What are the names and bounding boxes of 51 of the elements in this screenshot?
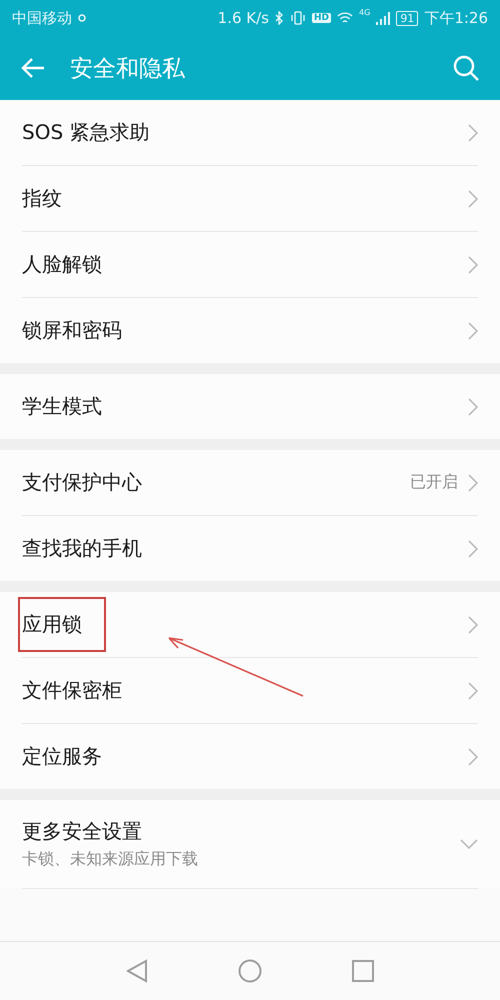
- signal-icon: [376, 12, 390, 24]
- chevron-right-icon: [468, 540, 478, 558]
- settings-item[interactable]: 指纹: [0, 166, 500, 231]
- network-type: 4G: [359, 8, 370, 17]
- item-label: 人脸解锁: [22, 251, 102, 278]
- item-label: 定位服务: [22, 743, 102, 770]
- chevron-right-icon: [468, 748, 478, 766]
- back-button[interactable]: [20, 57, 46, 79]
- home-button[interactable]: [238, 959, 262, 983]
- item-label: 指纹: [22, 185, 62, 212]
- settings-item[interactable]: 锁屏和密码: [0, 298, 500, 363]
- status-icon: [78, 14, 86, 22]
- battery-level: 91: [396, 10, 418, 26]
- clock: 下午1:26: [424, 8, 488, 28]
- item-label: 查找我的手机: [22, 535, 142, 562]
- settings-item[interactable]: 支付保护中心 已开启: [0, 450, 500, 515]
- chevron-right-icon: [468, 256, 478, 274]
- item-label: 学生模式: [22, 393, 102, 420]
- hd-badge: HD: [312, 13, 332, 23]
- item-subtitle: 卡锁、未知来源应用下载: [22, 849, 199, 870]
- item-label: 锁屏和密码: [22, 317, 122, 344]
- chevron-right-icon: [468, 322, 478, 340]
- settings-item[interactable]: SOS 紧急求助: [0, 100, 500, 165]
- settings-item[interactable]: 更多安全设置 卡锁、未知来源应用下载: [0, 800, 500, 888]
- settings-item[interactable]: 定位服务: [0, 724, 500, 789]
- network-speed: 1.6 K/s: [218, 9, 269, 27]
- search-button[interactable]: [452, 54, 480, 82]
- bluetooth-icon: [275, 11, 284, 25]
- item-label: 更多安全设置: [22, 818, 142, 845]
- settings-item[interactable]: 应用锁: [0, 592, 500, 657]
- item-label: SOS 紧急求助: [22, 119, 150, 146]
- chevron-right-icon: [468, 474, 478, 492]
- chevron-right-icon: [468, 398, 478, 416]
- chevron-right-icon: [468, 124, 478, 142]
- chevron-right-icon: [468, 190, 478, 208]
- chevron-right-icon: [468, 682, 478, 700]
- settings-item[interactable]: 人脸解锁: [0, 232, 500, 297]
- item-label: 应用锁: [20, 599, 104, 650]
- wifi-icon: [337, 12, 354, 24]
- back-nav-button[interactable]: [126, 959, 148, 983]
- settings-item[interactable]: 查找我的手机: [0, 516, 500, 581]
- vibrate-icon: [290, 11, 306, 25]
- page-title: 安全和隐私: [70, 54, 186, 84]
- item-label: 支付保护中心: [22, 469, 142, 496]
- settings-item[interactable]: 学生模式: [0, 374, 500, 439]
- recents-button[interactable]: [352, 960, 374, 982]
- settings-item[interactable]: 文件保密柜: [0, 658, 500, 723]
- chevron-right-icon: [468, 616, 478, 634]
- item-status: 已开启: [410, 472, 458, 493]
- item-label: 文件保密柜: [22, 677, 122, 704]
- carrier-text: 中国移动: [12, 8, 72, 28]
